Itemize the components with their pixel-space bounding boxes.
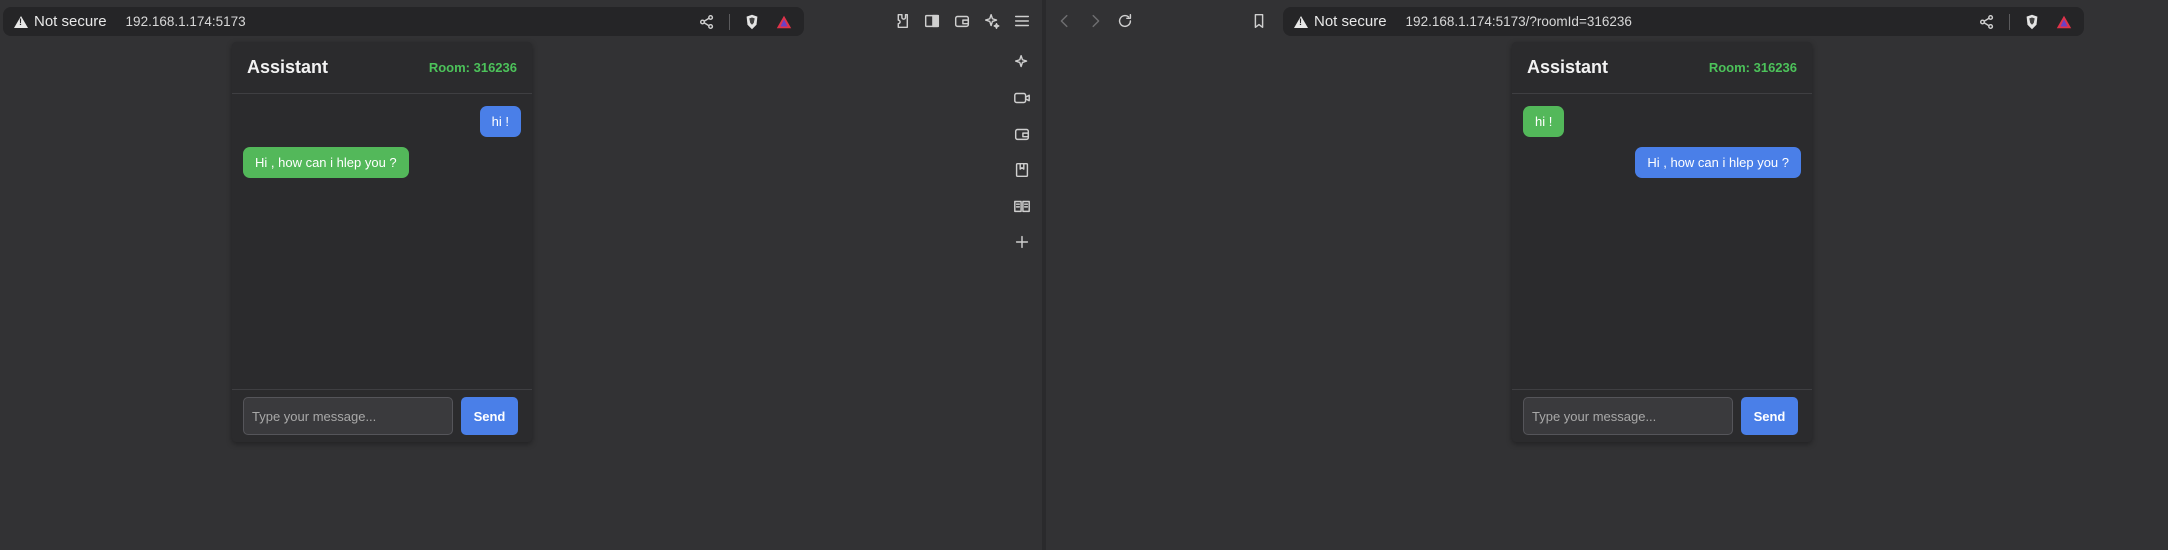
left-toolbar: Not secure 192.168.1.174:5173 — [0, 0, 1042, 41]
security-label: Not secure — [34, 13, 107, 30]
room-id-label: Room: 316236 — [428, 60, 517, 75]
right-browser-pane: Not secure 192.168.1.174:5173/?roomId=31… — [1046, 0, 2168, 550]
chat-title: Assistant — [1527, 57, 1609, 77]
message-list[interactable]: hi ! Hi , how can i hlep you ? — [232, 94, 532, 389]
divider — [729, 13, 730, 30]
brave-rewards-icon[interactable] — [2054, 12, 2074, 32]
wallet-icon[interactable] — [1012, 124, 1032, 144]
chat-header: Assistant Room: 316236 — [1512, 42, 1812, 94]
message-bubble: hi ! — [479, 106, 521, 137]
bookmarks-icon[interactable] — [1012, 160, 1032, 180]
right-toolbar: Not secure 192.168.1.174:5173/?roomId=31… — [1046, 0, 2168, 41]
video-icon[interactable] — [1012, 88, 1032, 108]
reading-list-icon[interactable] — [1012, 196, 1032, 216]
add-icon[interactable] — [1012, 232, 1032, 252]
wallet-icon[interactable] — [952, 11, 972, 31]
message-bubble: Hi , how can i hlep you ? — [243, 147, 409, 178]
url-text[interactable]: 192.168.1.174:5173 — [126, 14, 246, 29]
message-row: Hi , how can i hlep you ? — [1523, 147, 1801, 178]
extensions-icon[interactable] — [891, 11, 911, 31]
forward-icon[interactable] — [1085, 11, 1105, 31]
chat-header: Assistant Room: 316236 — [232, 42, 532, 94]
room-id-label: Room: 316236 — [1708, 60, 1797, 75]
chat-composer: Send — [1512, 389, 1812, 442]
chat-widget: Assistant Room: 316236 hi ! Hi , how can… — [232, 42, 532, 442]
right-address-bar[interactable]: Not secure 192.168.1.174:5173/?roomId=31… — [1283, 7, 2084, 36]
message-bubble: Hi , how can i hlep you ? — [1635, 147, 1801, 178]
message-input[interactable] — [243, 397, 453, 435]
divider — [2009, 13, 2010, 30]
chat-title: Assistant — [247, 57, 329, 77]
share-icon[interactable] — [697, 12, 717, 32]
sidebar-icon[interactable] — [922, 11, 942, 31]
leo-ai-icon[interactable] — [982, 11, 1002, 31]
brave-rewards-icon[interactable] — [774, 12, 794, 32]
warning-icon — [1294, 15, 1308, 28]
security-indicator[interactable]: Not secure — [14, 13, 107, 30]
message-row: hi ! — [243, 106, 521, 137]
message-input[interactable] — [1523, 397, 1733, 435]
reload-icon[interactable] — [1115, 11, 1135, 31]
message-list[interactable]: hi ! Hi , how can i hlep you ? — [1512, 94, 1812, 389]
url-text[interactable]: 192.168.1.174:5173/?roomId=316236 — [1406, 14, 1632, 29]
menu-icon[interactable] — [1012, 11, 1032, 31]
security-indicator[interactable]: Not secure — [1294, 13, 1387, 30]
left-browser-pane: Not secure 192.168.1.174:5173 Assistant … — [0, 0, 1042, 550]
sidebar-rail — [1012, 52, 1032, 252]
message-row: Hi , how can i hlep you ? — [243, 147, 521, 178]
left-address-bar[interactable]: Not secure 192.168.1.174:5173 — [3, 7, 804, 36]
send-button[interactable]: Send — [1741, 397, 1798, 435]
share-icon[interactable] — [1977, 12, 1997, 32]
leo-ai-icon[interactable] — [1012, 52, 1032, 72]
chat-widget: Assistant Room: 316236 hi ! Hi , how can… — [1512, 42, 1812, 442]
message-row: hi ! — [1523, 106, 1801, 137]
security-label: Not secure — [1314, 13, 1387, 30]
back-icon[interactable] — [1055, 11, 1075, 31]
warning-icon — [14, 15, 28, 28]
chat-composer: Send — [232, 389, 532, 442]
send-button[interactable]: Send — [461, 397, 518, 435]
bookmark-icon[interactable] — [1249, 11, 1269, 31]
message-bubble: hi ! — [1523, 106, 1565, 137]
brave-shields-icon[interactable] — [742, 12, 762, 32]
brave-shields-icon[interactable] — [2022, 12, 2042, 32]
